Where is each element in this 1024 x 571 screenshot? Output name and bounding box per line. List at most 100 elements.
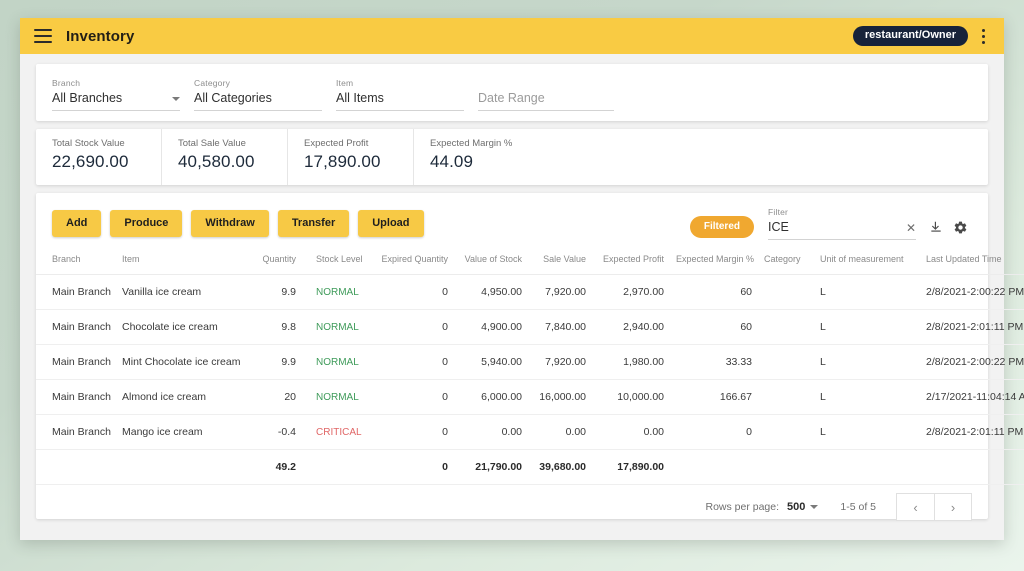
cell-sale-value: 0.00 (528, 414, 592, 450)
filter-branch-value: All Branches (52, 91, 123, 105)
rows-per-page-value: 500 (787, 501, 806, 513)
add-button[interactable]: Add (52, 210, 102, 237)
cell-category (758, 274, 814, 310)
cell-branch: Main Branch (36, 414, 116, 450)
transfer-button[interactable]: Transfer (277, 210, 350, 237)
col-header-category[interactable]: Category (758, 250, 814, 275)
table-row[interactable]: Main Branch Vanilla ice cream 9.9 NORMAL… (36, 274, 1024, 310)
col-header-item[interactable]: Item (116, 250, 244, 275)
cell-item: Mango ice cream (116, 414, 244, 450)
page-root: Inventory restaurant/Owner Branch All Br… (0, 0, 1024, 571)
status-badge: NORMAL (316, 357, 359, 368)
cell-value-of-stock: 4,900.00 (454, 309, 528, 345)
col-header-expected-profit[interactable]: Expected Profit (592, 250, 670, 275)
cell-item: Almond ice cream (116, 379, 244, 415)
upload-button[interactable]: Upload (358, 210, 424, 237)
cell-branch: Main Branch (36, 344, 116, 380)
total-expected-profit: 17,890.00 (592, 449, 670, 485)
col-header-expected-margin[interactable]: Expected Margin % (670, 250, 758, 275)
cell-value-of-stock: 4,950.00 (454, 274, 528, 310)
app-bar: Inventory restaurant/Owner (20, 18, 1004, 54)
cell-uom: L (814, 414, 920, 450)
total-item (116, 449, 244, 485)
pagination-range: 1-5 of 5 (840, 501, 876, 513)
cell-branch: Main Branch (36, 274, 116, 310)
col-header-last-updated-time[interactable]: Last Updated Time (920, 250, 1024, 275)
chevron-left-icon[interactable]: ‹ (896, 493, 934, 521)
col-header-stock-level[interactable]: Stock Level (302, 250, 370, 275)
total-expected-margin (670, 449, 758, 485)
cell-quantity: 9.8 (244, 309, 302, 345)
chevron-right-icon[interactable]: › (934, 493, 972, 521)
cell-expired-quantity: 0 (370, 414, 454, 450)
kpi-label: Expected Profit (304, 138, 369, 149)
table-row[interactable]: Main Branch Mint Chocolate ice cream 9.9… (36, 344, 1024, 380)
cell-branch: Main Branch (36, 309, 116, 345)
cell-expected-margin: 33.33 (670, 344, 758, 380)
hamburger-icon[interactable] (34, 29, 52, 43)
col-header-expired-quantity[interactable]: Expired Quantity (370, 250, 454, 275)
filter-date-range[interactable]: Date Range (478, 88, 614, 111)
cell-category (758, 344, 814, 380)
total-stock-level (302, 449, 370, 485)
filter-branch[interactable]: Branch All Branches (52, 78, 180, 111)
cell-stock-level: NORMAL (302, 344, 370, 380)
cell-quantity: 9.9 (244, 344, 302, 380)
cell-value-of-stock: 0.00 (454, 414, 528, 450)
rows-per-page-label: Rows per page: (705, 501, 780, 513)
cell-expected-profit: 10,000.00 (592, 379, 670, 415)
cell-quantity: -0.4 (244, 414, 302, 450)
col-header-sale-value[interactable]: Sale Value (528, 250, 592, 275)
filter-search-input[interactable]: ICE (768, 220, 789, 235)
cell-expected-profit: 0.00 (592, 414, 670, 450)
filter-item[interactable]: Item All Items (336, 78, 464, 111)
col-header-value-of-stock[interactable]: Value of Stock (454, 250, 528, 275)
close-icon[interactable]: ✕ (906, 222, 916, 234)
kpi-expected-margin: Expected Margin % 44.09 (414, 129, 540, 185)
produce-button[interactable]: Produce (110, 210, 183, 237)
col-header-branch[interactable]: Branch (36, 250, 116, 275)
kpi-label: Expected Margin % (430, 138, 513, 149)
total-uom (814, 449, 920, 485)
withdraw-button[interactable]: Withdraw (191, 210, 269, 237)
cell-value-of-stock: 6,000.00 (454, 379, 528, 415)
kpi-total-stock-value: Total Stock Value 22,690.00 (36, 129, 162, 185)
cell-last-updated: 2/17/2021-11:04:14 AM (920, 379, 1024, 415)
total-sale-value: 39,680.00 (528, 449, 592, 485)
download-icon[interactable] (924, 215, 948, 239)
cell-uom: L (814, 309, 920, 345)
cell-uom: L (814, 379, 920, 415)
filter-item-value: All Items (336, 91, 384, 105)
total-last-updated (920, 449, 1024, 485)
cell-expected-margin: 60 (670, 309, 758, 345)
col-header-quantity[interactable]: Quantity (244, 250, 302, 275)
cell-item: Mint Chocolate ice cream (116, 344, 244, 380)
filtered-badge[interactable]: Filtered (689, 216, 754, 238)
cell-quantity: 9.9 (244, 274, 302, 310)
filter-category[interactable]: Category All Categories (194, 78, 322, 111)
filter-bar: Branch All Branches Category All Categor… (36, 64, 988, 121)
cell-expired-quantity: 0 (370, 379, 454, 415)
gear-icon[interactable] (948, 215, 972, 239)
rows-per-page-select[interactable]: 500 (787, 501, 819, 513)
cell-stock-level: NORMAL (302, 274, 370, 310)
cell-stock-level: NORMAL (302, 379, 370, 415)
table-head: Branch Item Quantity Stock Level Expired… (36, 250, 1024, 275)
cell-last-updated: 2/8/2021-2:00:22 PM (920, 274, 1024, 310)
table-row[interactable]: Main Branch Mango ice cream -0.4 CRITICA… (36, 414, 1024, 450)
cell-category (758, 414, 814, 450)
cell-uom: L (814, 274, 920, 310)
app-bar-actions: restaurant/Owner (852, 23, 994, 49)
inventory-table-card: Add Produce Withdraw Transfer Upload Fil… (36, 193, 1024, 521)
table-row[interactable]: Main Branch Chocolate ice cream 9.8 NORM… (36, 309, 1024, 345)
filter-category-label: Category (194, 78, 231, 88)
col-header-unit-of-measurement[interactable]: Unit of measurement (814, 250, 920, 275)
table-row[interactable]: Main Branch Almond ice cream 20 NORMAL 0… (36, 379, 1024, 415)
kpi-label: Total Sale Value (178, 138, 246, 149)
filter-search-field[interactable]: Filter ICE ✕ (768, 207, 916, 240)
kebab-menu-icon[interactable] (972, 23, 994, 49)
summary-strip: Total Stock Value 22,690.00 Total Sale V… (36, 129, 988, 185)
toolbar-right-group: Filtered Filter ICE ✕ (689, 207, 972, 240)
kpi-label: Total Stock Value (52, 138, 125, 149)
user-account-chip[interactable]: restaurant/Owner (852, 26, 968, 46)
